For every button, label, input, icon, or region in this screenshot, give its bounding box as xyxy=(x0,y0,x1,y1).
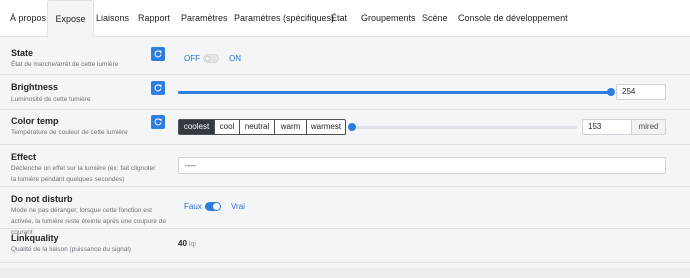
state-toggle[interactable] xyxy=(203,54,219,63)
linkquality-row: Linkquality Qualité de la liaison (puiss… xyxy=(0,229,690,263)
tab-etat[interactable]: État xyxy=(331,0,347,37)
effect-label: Effect xyxy=(11,152,37,162)
state-on-label[interactable]: ON xyxy=(229,54,241,63)
preset-cool-button[interactable]: cool xyxy=(215,119,240,135)
color-temp-description: Température de couleur de cette lumière xyxy=(11,129,128,136)
toggle-knob xyxy=(205,56,210,61)
color-temp-row: Color temp Température de couleur de cet… xyxy=(0,110,690,145)
state-row: State État de marche/arrêt de cette lumi… xyxy=(0,41,690,75)
brightness-slider-thumb[interactable] xyxy=(607,88,615,96)
color-temp-value-input[interactable]: 153 xyxy=(582,119,632,135)
linkquality-value: 40 lqi xyxy=(178,239,196,248)
tab-scene[interactable]: Scène xyxy=(422,0,448,37)
refresh-icon xyxy=(154,50,162,58)
color-temp-slider[interactable] xyxy=(352,126,577,129)
dnd-toggle[interactable] xyxy=(205,202,221,211)
tab-a-propos[interactable]: À propos xyxy=(10,0,46,37)
tab-rapport[interactable]: Rapport xyxy=(138,0,170,37)
preset-warm-button[interactable]: warm xyxy=(275,119,307,135)
refresh-icon xyxy=(154,84,162,92)
brightness-label: Brightness xyxy=(11,82,59,92)
effect-select[interactable]: ---- xyxy=(178,157,666,174)
preset-coolest-button[interactable]: coolest xyxy=(178,119,215,135)
do-not-disturb-label: Do not disturb xyxy=(11,194,73,204)
linkquality-description: Qualité de la liaison (puissance du sign… xyxy=(11,246,131,253)
state-label: State xyxy=(11,48,34,58)
tab-console[interactable]: Console de développement xyxy=(458,0,568,37)
brightness-slider[interactable] xyxy=(178,91,611,94)
tab-parametres-specifiques[interactable]: Paramètres (spécifiques) xyxy=(234,0,334,37)
tab-liaisons[interactable]: Liaisons xyxy=(96,0,129,37)
preset-neutral-button[interactable]: neutral xyxy=(240,119,275,135)
linkquality-number: 40 xyxy=(178,239,187,248)
do-not-disturb-row: Do not disturb Mode ne pas déranger, lor… xyxy=(0,187,690,236)
toggle-knob xyxy=(213,203,220,210)
refresh-button[interactable] xyxy=(151,81,165,95)
dnd-false-label[interactable]: Faux xyxy=(184,202,202,211)
tab-parametres[interactable]: Paramètres xyxy=(181,0,228,37)
effect-row: Effect Déclenche un effet sur la lumière… xyxy=(0,145,690,187)
tab-expose[interactable]: Expose xyxy=(47,0,94,37)
refresh-button[interactable] xyxy=(151,47,165,61)
refresh-button[interactable] xyxy=(151,115,165,129)
state-off-label[interactable]: OFF xyxy=(184,54,200,63)
refresh-icon xyxy=(154,118,162,126)
color-temp-unit: mired xyxy=(632,119,666,135)
color-temp-label: Color temp xyxy=(11,116,59,126)
state-description: État de marche/arrêt de cette lumière xyxy=(11,61,119,68)
brightness-value-input[interactable]: 254 xyxy=(616,84,666,100)
linkquality-unit: lqi xyxy=(188,241,196,248)
brightness-row: Brightness Luminosité de cette lumière 2… xyxy=(0,75,690,110)
page-footer-strip xyxy=(0,268,690,278)
tab-bar: À propos Expose Liaisons Rapport Paramèt… xyxy=(0,0,690,37)
color-temp-slider-thumb[interactable] xyxy=(348,123,356,131)
effect-description: Déclenche un effet sur la lumière (ex: f… xyxy=(11,165,156,183)
brightness-description: Luminosité de cette lumière xyxy=(11,96,91,103)
brightness-slider-fill xyxy=(178,91,611,94)
linkquality-label: Linkquality xyxy=(11,233,59,243)
color-temp-presets: coolest cool neutral warm warmest xyxy=(178,119,346,135)
dnd-true-label[interactable]: Vrai xyxy=(231,202,245,211)
preset-warmest-button[interactable]: warmest xyxy=(307,119,346,135)
tab-groupements[interactable]: Groupements xyxy=(361,0,416,37)
